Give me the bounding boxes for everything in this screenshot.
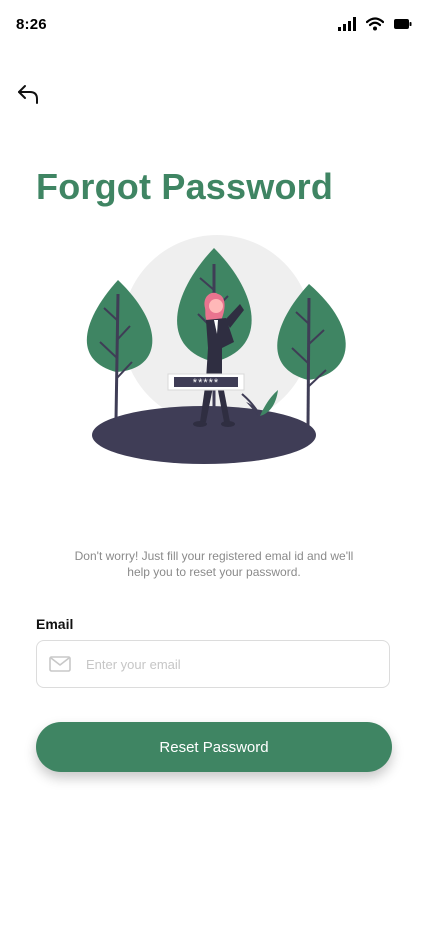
status-time: 8:26 [16,16,47,33]
mail-icon [49,656,71,672]
email-field[interactable] [36,640,390,688]
back-button[interactable] [14,82,42,110]
password-box: ***** [167,373,245,391]
instruction-text: Don't worry! Just fill your registered e… [74,549,354,579]
page-title: Forgot Password [36,166,334,207]
wifi-icon [366,17,384,31]
battery-icon [394,18,412,30]
signal-icon [338,17,356,31]
password-mask: ***** [193,377,219,389]
status-icons [338,14,412,34]
forgot-password-illustration: ***** [72,230,362,470]
email-label: Email [36,616,74,632]
status-bar: 8:26 [0,0,428,50]
email-input[interactable] [84,655,378,673]
back-arrow-icon [16,83,40,110]
reset-password-button[interactable]: Reset Password [36,722,392,772]
